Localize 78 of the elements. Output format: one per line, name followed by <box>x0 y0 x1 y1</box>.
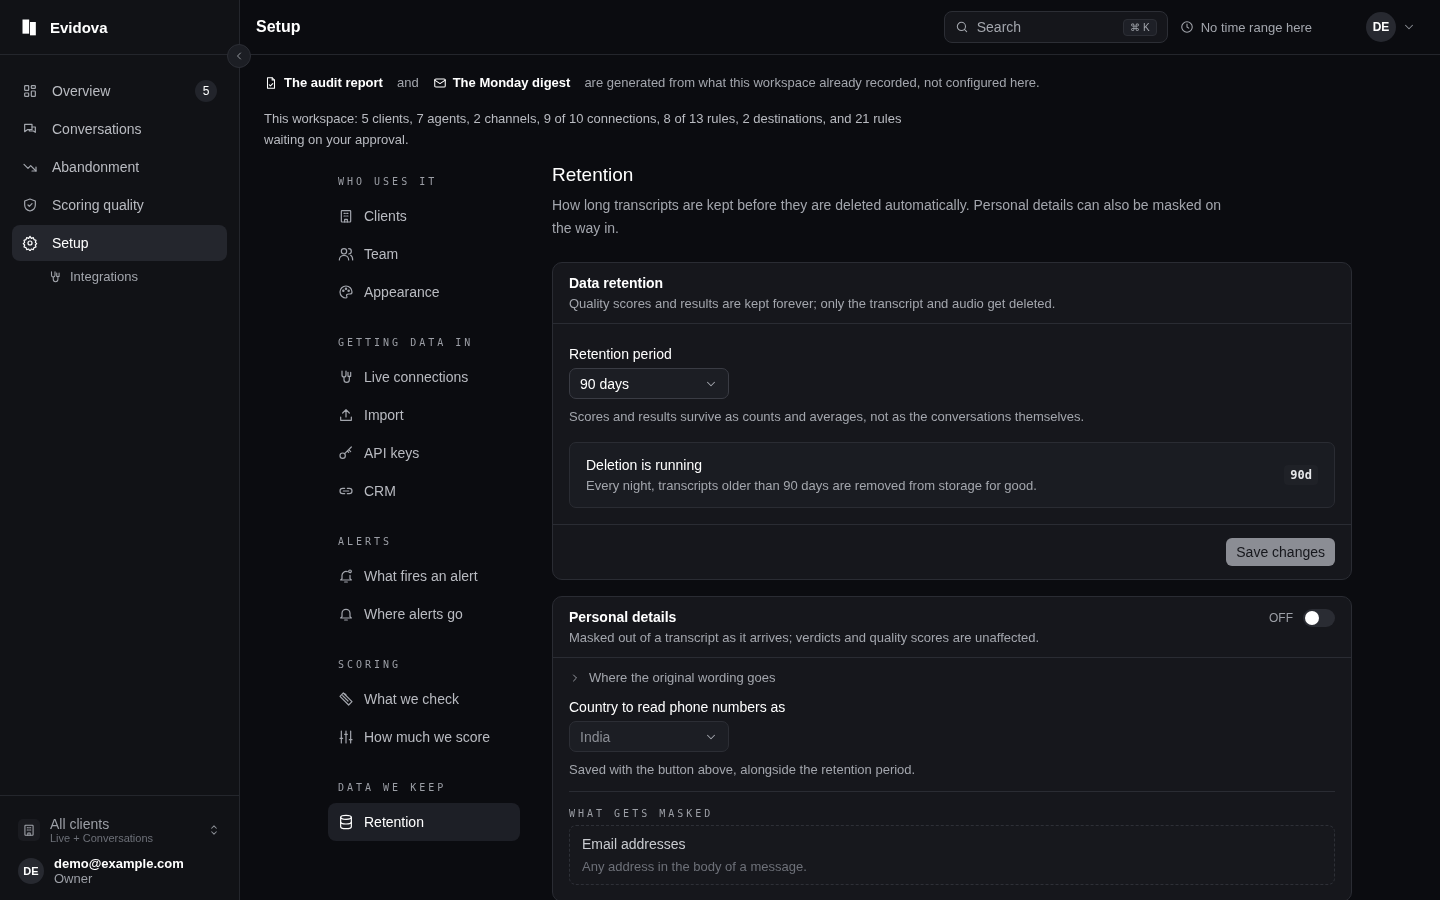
settings-nav-item[interactable]: What we check <box>328 680 520 718</box>
brand-name: Evidova <box>50 18 108 36</box>
search-icon <box>954 20 969 34</box>
settings-nav-item[interactable]: Live connections <box>328 358 520 396</box>
sliders-icon <box>338 729 354 745</box>
settings-nav-item[interactable]: Import <box>328 396 520 434</box>
database-icon <box>338 814 354 830</box>
digest-link[interactable]: The Monday digest <box>432 75 571 90</box>
option-description: Any address in the body of a message. <box>582 859 808 874</box>
card-description: Quality scores and results are kept forever; only the transcript and audio get deleted. <box>569 296 1057 311</box>
nav-sub-item[interactable]: Integrations <box>12 263 227 290</box>
connector-icon <box>338 369 354 385</box>
field-label: Country to read phone numbers as <box>569 699 787 715</box>
clock-icon <box>1179 20 1194 34</box>
settings-nav-item[interactable]: What fires an alert <box>328 557 520 595</box>
section-description: How long transcripts are kept before they are deleted automatically. Personal details can also be masked on the way in. <box>552 196 1222 238</box>
avatar[interactable]: DE <box>1366 12 1396 42</box>
section-title: Retention <box>552 164 635 186</box>
bell-icon <box>338 606 354 622</box>
building-icon <box>338 208 354 224</box>
section-heading: DATA WE KEEP <box>337 781 448 795</box>
nav-item[interactable]: Abandonment <box>12 149 227 185</box>
time-range-label: No time range here <box>1200 19 1312 35</box>
search-field[interactable]: Search ⌘ K <box>943 11 1168 43</box>
count-badge: 5 <box>195 80 217 102</box>
users-icon <box>338 246 354 262</box>
client-switcher[interactable]: All clients Live + Conversations <box>18 816 221 844</box>
bell-icon <box>338 568 354 584</box>
option-title: Email addresses <box>582 836 687 852</box>
field-hint: Scores and results survive as counts and averages, not as the conversations themselves. <box>569 409 1086 424</box>
nav-item[interactable]: Setup <box>12 225 227 261</box>
palette-icon <box>338 284 354 300</box>
report-link[interactable]: The audit report <box>264 75 383 90</box>
settings-nav-item[interactable]: How much we score <box>328 718 520 756</box>
card-title: Personal details <box>569 609 678 625</box>
page-title: Setup <box>256 18 301 36</box>
settings-nav-item[interactable]: Where alerts go <box>328 595 520 633</box>
ruler-icon <box>338 691 354 707</box>
section-heading: ALERTS <box>337 535 394 549</box>
connector-icon <box>48 269 62 284</box>
save-button[interactable]: Save changes <box>1226 538 1335 566</box>
settings-nav-item[interactable]: Retention <box>328 803 520 841</box>
card-description: Masked out of a transcript as it arrives; verdicts and quality scores are unaffected. <box>569 630 1040 645</box>
card-title: Data retention <box>569 275 665 291</box>
settings-nav-item[interactable]: CRM <box>328 472 520 510</box>
grid-icon <box>22 83 38 99</box>
status-title: Deletion is running <box>586 457 703 473</box>
field-hint: Saved with the button above, alongside the retention period. <box>569 762 917 777</box>
shield-icon <box>22 197 38 213</box>
mail-icon <box>432 75 447 90</box>
dropdown[interactable]: 90 days <box>569 368 729 399</box>
section-heading: WHO USES IT <box>337 175 439 189</box>
upload-icon <box>338 407 354 423</box>
notice-text: are generated from what this workspace already recorded, not configured here. <box>584 75 1040 90</box>
settings-icon <box>22 235 38 251</box>
duration-tag: 90d <box>1284 465 1318 485</box>
settings-nav-item[interactable]: Team <box>328 235 520 273</box>
avatar[interactable]: DE <box>18 858 44 884</box>
user-role: Owner <box>54 871 94 886</box>
settings-nav-item[interactable]: API keys <box>328 434 520 472</box>
document-icon <box>264 75 278 90</box>
shortcut-hint: ⌘ K <box>1123 18 1157 36</box>
settings-nav-item[interactable]: Clients <box>328 197 520 235</box>
nav-item[interactable]: Scoring quality <box>12 187 227 223</box>
toggle-label: OFF <box>1269 611 1293 625</box>
section-heading: WHAT GETS MASKED <box>569 807 715 821</box>
settings-nav-item[interactable]: Appearance <box>328 273 520 311</box>
notice-text: and <box>396 75 419 90</box>
section-heading: SCORING <box>337 658 403 672</box>
nav-item[interactable]: Overview 5 <box>12 73 227 109</box>
status-text: Every night, transcripts older than 90 days are removed from storage for good. <box>586 478 1037 493</box>
workspace-summary: This workspace: 5 clients, 7 agents, 2 channels, 9 of 10 connections, 8 of 13 rules, 2 destinations, and 21 rules waiting on your approval. <box>264 110 903 149</box>
field-label: Retention period <box>569 346 673 362</box>
nav-item[interactable]: Conversations <box>12 111 227 147</box>
building-icon <box>22 823 36 837</box>
section-heading: GETTING DATA IN <box>337 336 475 350</box>
user-email: demo@example.com <box>54 856 185 871</box>
key-icon <box>338 445 354 461</box>
